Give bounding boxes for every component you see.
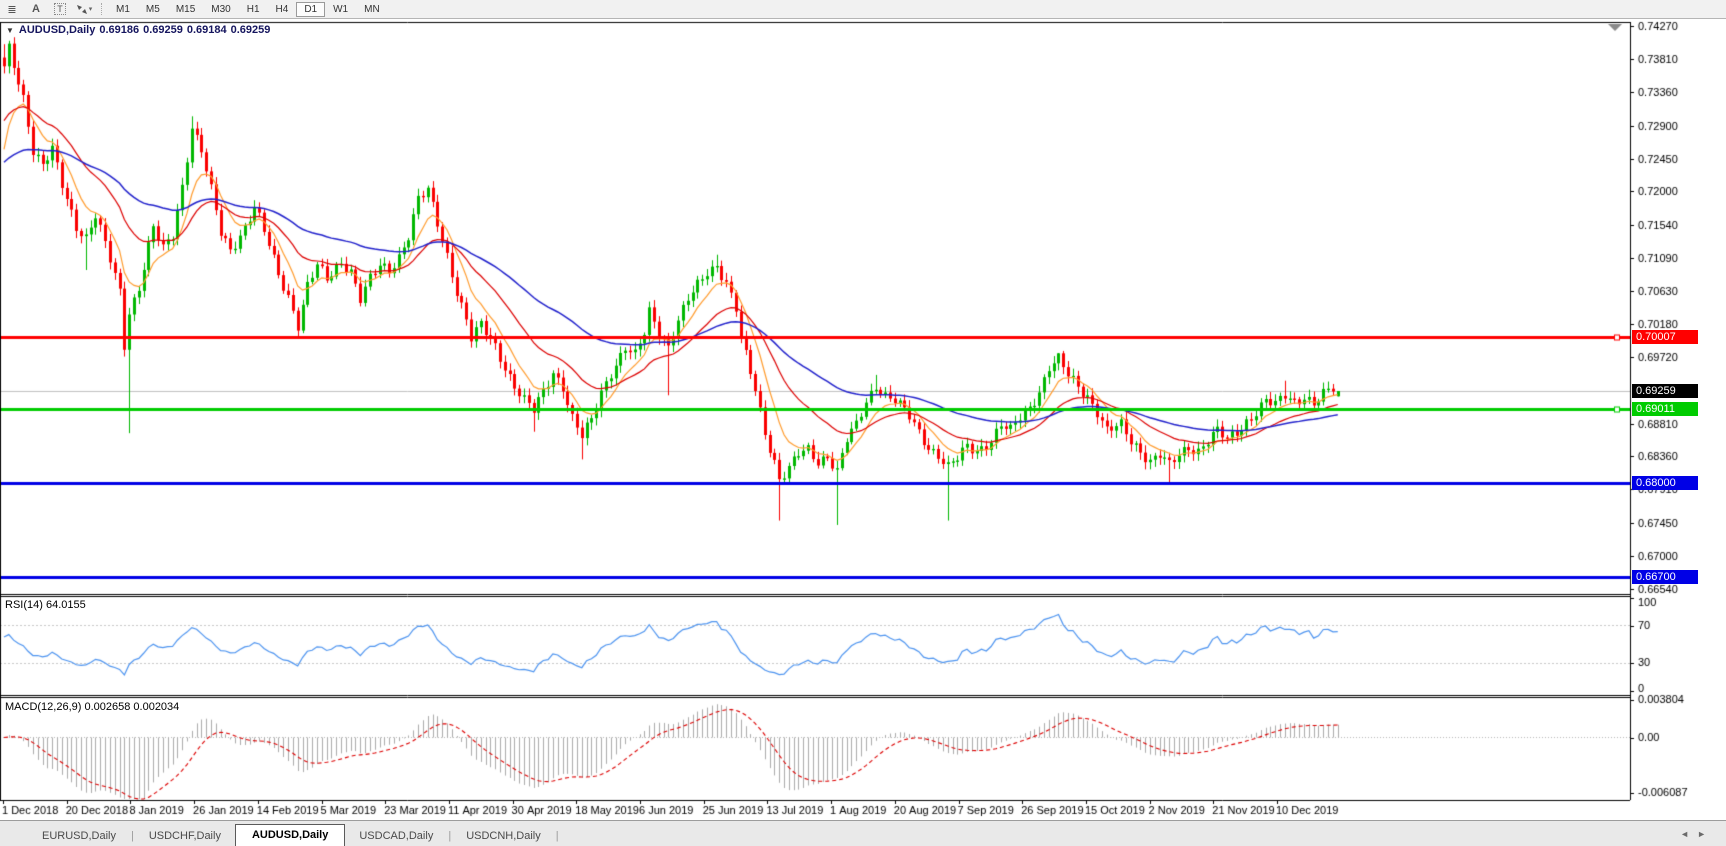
symbol-tabs: EURUSD,Daily | USDCHF,Daily AUDUSD,Daily USD… (0, 821, 560, 846)
text-label-tool-icon[interactable]: T (49, 1, 71, 17)
rsi-indicator-label: RSI(14) 64.0155 (5, 599, 86, 611)
tab-usdcad[interactable]: USDCAD,Daily (345, 826, 447, 846)
tab-usdcnh[interactable]: USDCNH,Daily (452, 826, 555, 846)
resistance-price-label[interactable]: 0.70007 (1632, 330, 1698, 344)
chart-header: ▼ AUDUSD,Daily 0.69186 0.69259 0.69184 0.6925… (6, 24, 274, 36)
tab-audusd[interactable]: AUDUSD,Daily (234, 824, 346, 846)
open-value: 0.69186 (99, 24, 140, 36)
top-toolbar: ≣ A T ▾ M1 M5 M15 M30 H1 H4 D1 W1 MN (0, 0, 1726, 19)
symbol-period-label: AUDUSD,Daily (18, 24, 96, 36)
blue-level2-price-label[interactable]: 0.66700 (1632, 570, 1698, 584)
timeframe-h4-button[interactable]: H4 (268, 2, 297, 17)
support-price-label[interactable]: 0.69011 (1632, 402, 1698, 416)
cursor-mode-icon[interactable]: A (25, 1, 47, 17)
price-chart-canvas[interactable] (0, 0, 1726, 846)
timeframe-buttons: M1 M5 M15 M30 H1 H4 D1 W1 MN (108, 1, 388, 17)
terminal-window: ≣ A T ▾ M1 M5 M15 M30 H1 H4 D1 W1 MN ▼ AUDUSD,Dai… (0, 0, 1726, 846)
tab-usdchf[interactable]: USDCHF,Daily (135, 826, 235, 846)
timeframe-h1-button[interactable]: H1 (239, 2, 268, 17)
tab-scroll-left-icon[interactable]: ◄ (1680, 829, 1697, 839)
timeframe-w1-button[interactable]: W1 (325, 2, 356, 17)
current-price-label: 0.69259 (1632, 384, 1698, 398)
chevron-down-icon: ▾ (88, 6, 93, 13)
tab-scroll-nav: ◄► (1680, 829, 1714, 839)
toolbar-separator (101, 3, 103, 15)
collapse-triangle-icon[interactable]: ▼ (6, 26, 14, 35)
low-value: 0.69184 (186, 24, 227, 36)
macd-indicator-label: MACD(12,26,9) 0.002658 0.002034 (5, 701, 180, 713)
timeframe-mn-button[interactable]: MN (356, 2, 388, 17)
close-value: 0.69259 (230, 24, 271, 36)
blue-level-price-label[interactable]: 0.68000 (1632, 476, 1698, 490)
timeframe-m30-button[interactable]: M30 (203, 2, 238, 17)
timeframe-d1-button[interactable]: D1 (296, 1, 326, 17)
tab-scroll-right-icon[interactable]: ► (1697, 829, 1714, 839)
timeframe-m15-button[interactable]: M15 (168, 2, 203, 17)
tick-chart-icon[interactable]: ≣ (1, 1, 23, 17)
tab-eurusd[interactable]: EURUSD,Daily (28, 826, 130, 846)
symbol-tab-bar: EURUSD,Daily | USDCHF,Daily AUDUSD,Daily USD… (0, 820, 1726, 846)
timeframe-m5-button[interactable]: M5 (138, 2, 168, 17)
arrow-objects-glyph (76, 4, 87, 14)
arrow-objects-icon[interactable]: ▾ (73, 1, 95, 17)
timeframe-m1-button[interactable]: M1 (108, 2, 138, 17)
tab-separator: | (555, 830, 559, 842)
high-value: 0.69259 (143, 24, 183, 36)
